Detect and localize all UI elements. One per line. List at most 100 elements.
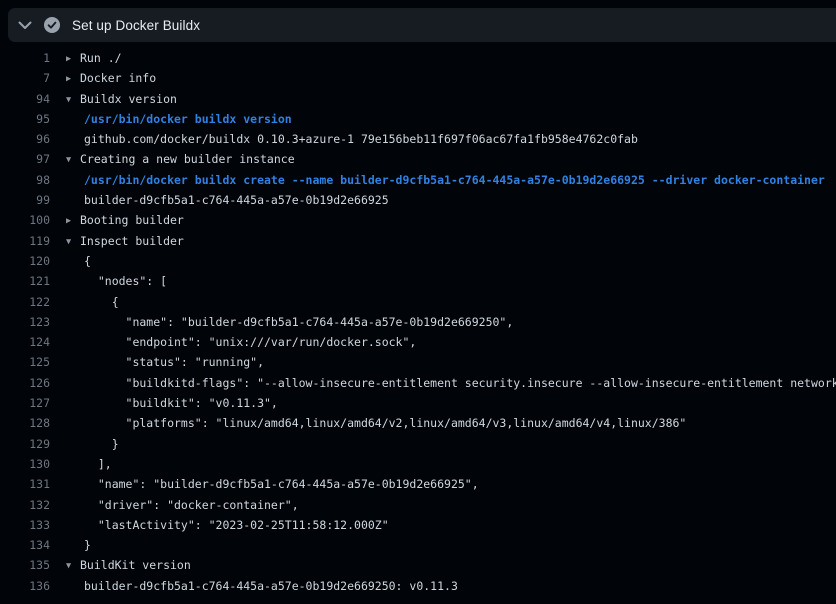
log-line: 134} (0, 535, 836, 555)
group-title: BuildKit version (80, 558, 191, 572)
line-number[interactable]: 136 (0, 576, 50, 596)
line-number[interactable]: 126 (0, 373, 50, 393)
log-line: 125 "status": "running", (0, 352, 836, 372)
output-text: "driver": "docker-container", (66, 495, 299, 515)
log-group-row[interactable]: 119 ▼Inspect builder (0, 231, 836, 251)
group-toggle[interactable]: ▶Docker info (66, 68, 156, 88)
group-toggle[interactable]: ▼Buildx version (66, 89, 177, 109)
group-title: Inspect builder (80, 234, 184, 248)
output-text: "buildkitd-flags": "--allow-insecure-ent… (66, 373, 836, 393)
line-number[interactable]: 95 (0, 109, 50, 129)
output-text: github.com/docker/buildx 0.10.3+azure-1 … (66, 129, 638, 149)
output-text: "platforms": "linux/amd64,linux/amd64/v2… (66, 413, 686, 433)
output-text: "nodes": [ (66, 271, 167, 291)
group-toggle[interactable]: ▶Run ./ (66, 48, 122, 68)
line-number[interactable]: 119 (0, 231, 50, 251)
line-number[interactable]: 97 (0, 149, 50, 169)
output-text: } (66, 535, 91, 555)
log-group-row[interactable]: 1 ▶Run ./ (0, 48, 836, 68)
line-number[interactable]: 133 (0, 515, 50, 535)
output-text: builder-d9cfb5a1-c764-445a-a57e-0b19d2e6… (66, 576, 458, 596)
line-number[interactable]: 135 (0, 555, 50, 575)
group-title: Creating a new builder instance (80, 152, 295, 166)
triangle-collapsed-icon[interactable]: ▶ (66, 211, 80, 230)
line-number[interactable]: 100 (0, 210, 50, 230)
log-group-row[interactable]: 135 ▼BuildKit version (0, 555, 836, 575)
command-text: /usr/bin/docker buildx version (66, 109, 292, 129)
log-line: 126 "buildkitd-flags": "--allow-insecure… (0, 373, 836, 393)
log-line: 95/usr/bin/docker buildx version (0, 109, 836, 129)
output-text: ], (66, 454, 112, 474)
command-text: /usr/bin/docker buildx create --name bui… (66, 170, 825, 190)
log-line: 133 "lastActivity": "2023-02-25T11:58:12… (0, 515, 836, 535)
output-text: "endpoint": "unix:///var/run/docker.sock… (66, 332, 416, 352)
check-circle-icon (44, 17, 60, 33)
group-toggle[interactable]: ▼BuildKit version (66, 555, 191, 575)
log-group-row[interactable]: 100 ▶Booting builder (0, 210, 836, 230)
log-line: 132 "driver": "docker-container", (0, 495, 836, 515)
line-number[interactable]: 134 (0, 535, 50, 555)
log-line: 129 } (0, 434, 836, 454)
line-number[interactable]: 127 (0, 393, 50, 413)
output-text: { (66, 251, 91, 271)
triangle-expanded-icon[interactable]: ▼ (66, 90, 80, 109)
output-text: "status": "running", (66, 352, 264, 372)
line-number[interactable]: 129 (0, 434, 50, 454)
log-line: 121 "nodes": [ (0, 271, 836, 291)
output-text: "name": "builder-d9cfb5a1-c764-445a-a57e… (66, 312, 513, 332)
group-title: Buildx version (80, 92, 177, 106)
step-header[interactable]: Set up Docker Buildx (8, 8, 836, 42)
log-line: 123 "name": "builder-d9cfb5a1-c764-445a-… (0, 312, 836, 332)
output-text: } (66, 434, 119, 454)
line-number[interactable]: 96 (0, 129, 50, 149)
log-line: 99 builder-d9cfb5a1-c764-445a-a57e-0b19d2… (0, 190, 836, 210)
line-number[interactable]: 128 (0, 413, 50, 433)
output-text: builder-d9cfb5a1-c764-445a-a57e-0b19d2e6… (66, 190, 389, 210)
triangle-expanded-icon[interactable]: ▼ (66, 150, 80, 169)
log-group-row[interactable]: 94 ▼Buildx version (0, 89, 836, 109)
group-toggle[interactable]: ▶Booting builder (66, 210, 184, 230)
step-title: Set up Docker Buildx (72, 18, 200, 33)
line-number[interactable]: 120 (0, 251, 50, 271)
output-text: "name": "builder-d9cfb5a1-c764-445a-a57e… (66, 474, 479, 494)
output-text: { (66, 292, 119, 312)
log-line: 127 "buildkit": "v0.11.3", (0, 393, 836, 413)
chevron-down-icon[interactable] (18, 18, 32, 32)
group-title: Booting builder (80, 213, 184, 227)
line-number[interactable]: 94 (0, 89, 50, 109)
group-title: Run ./ (80, 51, 122, 65)
line-number[interactable]: 98 (0, 170, 50, 190)
log-line: 96 github.com/docker/buildx 0.10.3+azure-… (0, 129, 836, 149)
log-line: 98/usr/bin/docker buildx create --name b… (0, 170, 836, 190)
output-text: "buildkit": "v0.11.3", (66, 393, 278, 413)
log-line: 120 { (0, 251, 836, 271)
log-group-row[interactable]: 97 ▼Creating a new builder instance (0, 149, 836, 169)
group-toggle[interactable]: ▼Creating a new builder instance (66, 149, 295, 169)
log-line: 130 ], (0, 454, 836, 474)
line-number[interactable]: 132 (0, 495, 50, 515)
log-viewer: 1▶Run ./7▶Docker info94▼Buildx version95… (0, 42, 836, 596)
log-line: 136 builder-d9cfb5a1-c764-445a-a57e-0b19d… (0, 576, 836, 596)
triangle-collapsed-icon[interactable]: ▶ (66, 69, 80, 88)
triangle-collapsed-icon[interactable]: ▶ (66, 49, 80, 68)
line-number[interactable]: 122 (0, 292, 50, 312)
log-line: 122 { (0, 292, 836, 312)
log-group-row[interactable]: 7 ▶Docker info (0, 68, 836, 88)
line-number[interactable]: 124 (0, 332, 50, 352)
line-number[interactable]: 130 (0, 454, 50, 474)
output-text: "lastActivity": "2023-02-25T11:58:12.000… (66, 515, 389, 535)
line-number[interactable]: 7 (0, 68, 50, 88)
log-line: 128 "platforms": "linux/amd64,linux/amd6… (0, 413, 836, 433)
line-number[interactable]: 125 (0, 352, 50, 372)
group-toggle[interactable]: ▼Inspect builder (66, 231, 184, 251)
line-number[interactable]: 123 (0, 312, 50, 332)
line-number[interactable]: 121 (0, 271, 50, 291)
triangle-expanded-icon[interactable]: ▼ (66, 232, 80, 251)
log-line: 131 "name": "builder-d9cfb5a1-c764-445a-… (0, 474, 836, 494)
line-number[interactable]: 99 (0, 190, 50, 210)
log-line: 124 "endpoint": "unix:///var/run/docker.… (0, 332, 836, 352)
line-number[interactable]: 131 (0, 474, 50, 494)
workflow-step-panel: Set up Docker Buildx 1▶Run ./7▶Docker in… (0, 8, 836, 604)
triangle-expanded-icon[interactable]: ▼ (66, 556, 80, 575)
line-number[interactable]: 1 (0, 48, 50, 68)
